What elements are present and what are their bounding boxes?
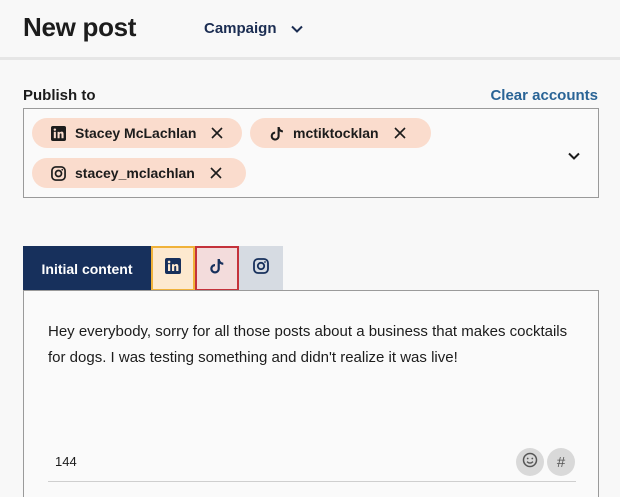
account-name: stacey_mclachlan: [75, 165, 195, 181]
emoji-button[interactable]: [516, 448, 544, 476]
content-tabs: Initial content: [23, 246, 283, 291]
instagram-icon: [253, 258, 269, 279]
divider: [48, 481, 576, 482]
remove-account-icon[interactable]: [393, 126, 407, 140]
chevron-down-icon[interactable]: [568, 147, 580, 165]
tiktok-icon: [210, 258, 224, 279]
campaign-label: Campaign: [204, 20, 277, 37]
smiley-icon: [522, 452, 538, 472]
chevron-down-icon: [290, 25, 303, 33]
header: New post Campaign: [0, 0, 620, 60]
tab-tiktok[interactable]: [195, 246, 239, 291]
clear-accounts-link[interactable]: Clear accounts: [490, 87, 598, 104]
character-count: 144: [55, 454, 77, 469]
linkedin-icon: [51, 125, 66, 141]
tiktok-icon: [269, 126, 284, 141]
tab-instagram[interactable]: [239, 246, 283, 291]
post-editor[interactable]: Hey everybody, sorry for all those posts…: [23, 290, 599, 497]
hashtag-button[interactable]: #: [547, 448, 575, 476]
instagram-icon: [51, 165, 66, 181]
account-name: mctiktocklan: [293, 125, 379, 141]
post-text[interactable]: Hey everybody, sorry for all those posts…: [48, 319, 578, 371]
publish-to-label: Publish to: [23, 87, 96, 104]
tab-initial-content[interactable]: Initial content: [23, 246, 151, 291]
account-selector[interactable]: Stacey McLachlan mctiktocklan stacey_mcl…: [23, 108, 599, 198]
remove-account-icon[interactable]: [210, 126, 224, 140]
account-chip-linkedin: Stacey McLachlan: [32, 118, 242, 148]
page-title: New post: [23, 12, 137, 42]
tab-linkedin[interactable]: [151, 246, 195, 291]
account-chip-tiktok: mctiktocklan: [250, 118, 431, 148]
account-chip-instagram: stacey_mclachlan: [32, 158, 246, 188]
account-name: Stacey McLachlan: [75, 125, 197, 141]
linkedin-icon: [165, 258, 181, 279]
campaign-dropdown[interactable]: Campaign: [204, 20, 303, 37]
remove-account-icon[interactable]: [209, 166, 223, 180]
